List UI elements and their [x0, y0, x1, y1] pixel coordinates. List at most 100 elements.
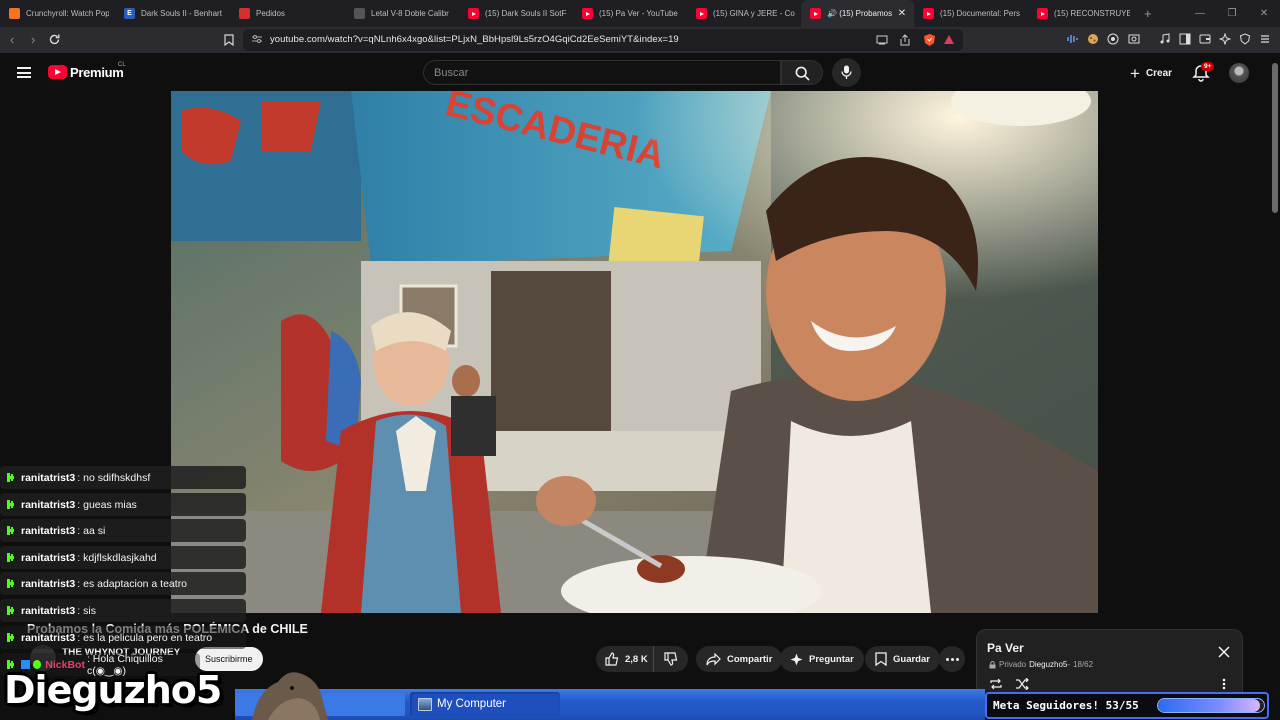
site-settings-icon[interactable] — [252, 34, 262, 44]
browser-tab[interactable]: (15) Pa Ver - YouTube — [573, 0, 687, 27]
thumbs-up-icon — [605, 652, 619, 666]
screenshot-icon[interactable] — [1128, 33, 1140, 45]
close-tab-icon[interactable]: ✕ — [896, 8, 908, 19]
save-button[interactable]: Guardar — [865, 646, 940, 672]
like-button[interactable]: 2,8 K — [596, 646, 654, 672]
tab-title: (15) Dark Souls II SotFS — [485, 9, 567, 18]
kick-icon — [7, 553, 14, 562]
share-button[interactable]: Compartir — [696, 646, 783, 672]
forward-icon[interactable]: › — [31, 32, 35, 48]
share-label: Compartir — [727, 653, 773, 665]
back-icon[interactable]: ‹ — [10, 32, 14, 48]
media-icon[interactable] — [1159, 33, 1171, 45]
taskbar-item-label: My Computer — [437, 698, 507, 710]
cast-icon[interactable] — [876, 35, 888, 45]
page-scrollbar[interactable] — [1270, 53, 1280, 689]
youtube-icon — [468, 8, 479, 19]
address-bar[interactable]: youtube.com/watch?v=qNLnh6x4xgo&list=PLj… — [243, 29, 963, 51]
menu-icon[interactable] — [1259, 33, 1271, 45]
kick-icon — [7, 500, 14, 509]
more-actions-button[interactable] — [939, 646, 965, 672]
close-icon[interactable] — [1218, 646, 1230, 658]
youtube-icon — [923, 8, 934, 19]
chat-text: : gueas mias — [77, 498, 137, 511]
browser-tab[interactable]: (15) Dark Souls II SotFS — [459, 0, 573, 27]
shuffle-icon[interactable] — [1015, 678, 1029, 690]
plus-icon: + — [1130, 63, 1140, 83]
brave-rewards-icon[interactable] — [943, 34, 955, 46]
browser-tab[interactable]: (15) Documental: Pers — [914, 0, 1028, 27]
playlist-owner[interactable]: Dieguzho5 — [1029, 660, 1067, 669]
mail-icon — [239, 8, 250, 19]
youtube-brand[interactable]: Premium — [70, 65, 124, 80]
tab-title: (15) Documental: Pers — [940, 9, 1021, 18]
browser-tab-active[interactable]: 🔊 (15) Probamos ✕ — [801, 0, 914, 27]
new-tab-icon[interactable]: + — [1136, 6, 1160, 21]
chat-text: : kdjflskdlasjkahd — [77, 551, 157, 564]
country-code: CL — [118, 62, 126, 68]
search-button[interactable] — [781, 60, 823, 85]
kick-icon — [7, 606, 14, 615]
share-page-icon[interactable] — [899, 34, 911, 46]
search-input[interactable] — [434, 65, 764, 80]
browser-tab[interactable]: Pedidos — [230, 0, 345, 27]
search-icon — [795, 66, 810, 81]
xp-taskbar-overlay: My Computer — [235, 689, 985, 720]
leo-ai-icon[interactable] — [1219, 33, 1231, 45]
youtube-logo-icon[interactable] — [48, 65, 67, 79]
ask-button[interactable]: Preguntar — [780, 646, 864, 672]
streamer-name-logo: Dieguzho5 — [4, 668, 222, 712]
browser-tab[interactable]: Crunchyroll: Watch Pop — [0, 0, 115, 27]
browser-tab[interactable]: Letal V-8 Doble Calibr — [345, 0, 459, 27]
kick-icon — [7, 473, 14, 482]
audio-extension-icon[interactable] — [1066, 33, 1078, 45]
kick-icon — [7, 579, 14, 588]
chat-text: : es adaptacion a teatro — [77, 577, 188, 590]
chat-username: ranitatrist3 — [21, 471, 76, 484]
video-player[interactable]: ESCADERIA — [171, 91, 1098, 613]
hamburger-menu-icon[interactable] — [17, 67, 31, 78]
tab-title: (15) GINA y JERE - Corr — [713, 9, 795, 18]
reload-icon[interactable] — [48, 33, 61, 46]
thumbs-down-icon — [664, 652, 678, 666]
playlist-title[interactable]: Pa Ver — [987, 641, 1024, 655]
bookmark-icon[interactable] — [224, 34, 234, 46]
create-button[interactable]: + Crear — [1124, 61, 1178, 85]
sidebar-icon[interactable] — [1179, 33, 1191, 45]
kick-icon — [7, 526, 14, 535]
like-dislike-group: 2,8 K — [596, 646, 688, 672]
url-text: youtube.com/watch?v=qNLnh6x4xgo&list=PLj… — [270, 34, 679, 45]
page-icon — [354, 8, 365, 19]
maximize-icon[interactable]: ❐ — [1216, 8, 1248, 19]
chat-username: ranitatrist3 — [21, 524, 76, 537]
chat-username: ranitatrist3 — [21, 577, 76, 590]
browser-tab-strip: Crunchyroll: Watch Pop E Dark Souls II -… — [0, 0, 1280, 27]
playlist-panel: Pa Ver Privado Dieguzho5 - 18/62 — [976, 629, 1243, 699]
browser-tab[interactable]: E Dark Souls II - Benhart — [115, 0, 230, 27]
scrollbar-thumb[interactable] — [1272, 63, 1278, 213]
computer-icon — [418, 697, 432, 711]
close-window-icon[interactable]: ✕ — [1248, 8, 1280, 19]
dislike-button[interactable] — [654, 646, 688, 672]
chat-username: ranitatrist3 — [21, 498, 76, 511]
loop-icon[interactable] — [989, 678, 1003, 690]
vpn-shield-icon[interactable] — [1239, 33, 1251, 45]
goal-progress-bar — [1157, 698, 1265, 713]
browser-tab[interactable]: (15) RECONSTRUYENDO — [1028, 0, 1136, 27]
brave-shields-icon[interactable] — [923, 33, 936, 47]
minimize-icon[interactable]: — — [1184, 8, 1216, 19]
goal-progress-fill — [1158, 699, 1261, 712]
browser-tab[interactable]: (15) GINA y JERE - Corr — [687, 0, 801, 27]
wallet-icon[interactable] — [1199, 33, 1211, 45]
voice-search-button[interactable] — [832, 58, 861, 87]
create-label: Crear — [1145, 67, 1173, 79]
taskbar-item-my-computer: My Computer — [410, 692, 560, 716]
window-controls: — ❐ ✕ — [1184, 0, 1280, 27]
cookie-icon[interactable] — [1087, 33, 1099, 45]
chat-text: : es la pelicula pero en teatro — [77, 631, 213, 644]
tab-title: Pedidos — [256, 9, 285, 18]
extension-icon[interactable] — [1107, 33, 1119, 45]
browser-toolbar: ‹ › youtube.com/watch?v=qNLnh6x4xgo&list… — [0, 27, 1280, 53]
user-avatar[interactable] — [1229, 63, 1249, 83]
playlist-more-icon[interactable] — [1222, 678, 1226, 690]
